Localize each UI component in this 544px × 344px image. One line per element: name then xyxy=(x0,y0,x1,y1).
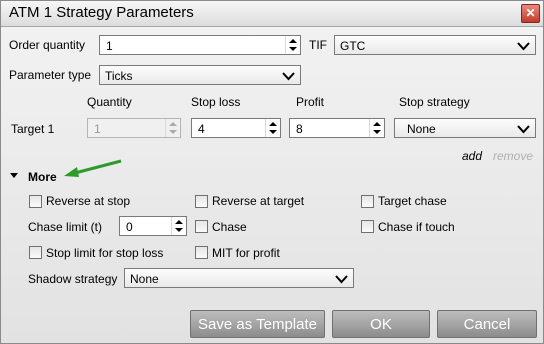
shadow-strategy-select[interactable]: None xyxy=(124,268,354,288)
spinner-arrows-icon[interactable] xyxy=(285,36,300,54)
title-bar: ATM 1 Strategy Parameters ✕ xyxy=(1,1,543,27)
column-profit: Profit xyxy=(296,95,325,109)
parameter-type-label: Parameter type xyxy=(9,68,92,82)
reverse-at-target-checkbox[interactable] xyxy=(195,195,208,208)
stop-limit-for-stop-loss-label: Stop limit for stop loss xyxy=(46,246,164,260)
chevron-down-icon xyxy=(282,72,295,81)
chase-limit-input[interactable]: 0 xyxy=(119,216,187,236)
tif-label: TIF xyxy=(309,38,327,52)
reverse-at-stop-checkbox[interactable] xyxy=(29,195,42,208)
more-toggle[interactable]: More xyxy=(28,170,57,184)
chase-if-touch-label: Chase if touch xyxy=(378,220,455,234)
chevron-down-icon xyxy=(335,275,348,284)
target-1-label: Target 1 xyxy=(11,122,55,136)
spinner-arrows-icon[interactable] xyxy=(165,119,180,137)
triangle-down-icon[interactable] xyxy=(10,173,18,178)
chase-limit-label: Chase limit (t) xyxy=(28,220,103,234)
atm-strategy-dialog: ATM 1 Strategy Parameters ✕ Order quanti… xyxy=(0,0,544,344)
target-1-stop-strategy-value: None xyxy=(407,122,436,136)
parameter-type-select[interactable]: Ticks xyxy=(99,65,301,85)
parameter-type-value: Ticks xyxy=(105,69,133,83)
column-stop-loss: Stop loss xyxy=(191,95,241,109)
target-1-profit-input[interactable]: 8 xyxy=(289,118,385,138)
column-stop-strategy: Stop strategy xyxy=(399,95,470,109)
save-as-template-button[interactable]: Save as Template xyxy=(190,310,325,338)
chase-label: Chase xyxy=(212,220,247,234)
remove-link[interactable]: remove xyxy=(493,149,533,163)
tif-value: GTC xyxy=(340,39,366,53)
target-chase-checkbox[interactable] xyxy=(361,195,374,208)
green-arrow-icon xyxy=(64,159,122,177)
close-icon[interactable]: ✕ xyxy=(521,4,540,23)
mit-for-profit-label: MIT for profit xyxy=(212,246,280,260)
target-1-stop-loss-value: 4 xyxy=(198,122,205,136)
order-quantity-value: 1 xyxy=(106,39,113,53)
order-quantity-label: Order quantity xyxy=(9,38,86,52)
spinner-arrows-icon[interactable] xyxy=(369,119,384,137)
reverse-at-target-label: Reverse at target xyxy=(212,194,305,208)
order-quantity-input[interactable]: 1 xyxy=(99,35,301,55)
target-1-stop-strategy-select[interactable]: None xyxy=(394,118,536,138)
dialog-title: ATM 1 Strategy Parameters xyxy=(9,4,194,21)
shadow-strategy-value: None xyxy=(130,272,159,286)
chase-if-touch-checkbox[interactable] xyxy=(361,220,374,233)
tif-select[interactable]: GTC xyxy=(334,35,536,55)
chase-checkbox[interactable] xyxy=(195,220,208,233)
target-1-stop-loss-input[interactable]: 4 xyxy=(191,118,281,138)
mit-for-profit-checkbox[interactable] xyxy=(195,246,208,259)
target-1-profit-value: 8 xyxy=(296,122,303,136)
spinner-arrows-icon[interactable] xyxy=(171,217,186,235)
target-1-quantity-value: 1 xyxy=(94,122,101,136)
chevron-down-icon xyxy=(517,125,530,134)
add-link[interactable]: add xyxy=(462,149,482,163)
stop-limit-for-stop-loss-checkbox[interactable] xyxy=(29,246,42,259)
column-quantity: Quantity xyxy=(87,95,132,109)
ok-button[interactable]: OK xyxy=(332,310,430,338)
reverse-at-stop-label: Reverse at stop xyxy=(46,194,131,208)
target-1-quantity-input[interactable]: 1 xyxy=(87,118,181,138)
chevron-down-icon xyxy=(517,42,530,51)
chase-limit-value: 0 xyxy=(126,220,133,234)
target-chase-label: Target chase xyxy=(378,194,447,208)
spinner-arrows-icon[interactable] xyxy=(265,119,280,137)
shadow-strategy-label: Shadow strategy xyxy=(28,272,118,286)
cancel-button[interactable]: Cancel xyxy=(437,310,537,338)
